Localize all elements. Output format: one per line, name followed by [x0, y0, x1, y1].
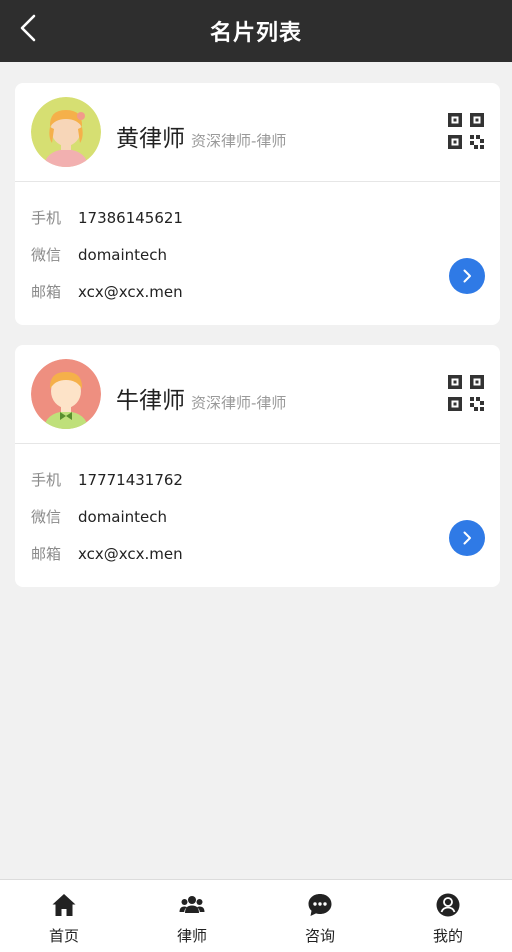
phone-row: 手机 17386145621 — [15, 199, 500, 236]
phone-row: 手机 17771431762 — [15, 461, 500, 498]
lawyer-name: 黄律师 — [116, 126, 185, 152]
phone-value[interactable]: 17771431762 — [78, 471, 183, 489]
qr-code-button[interactable] — [447, 374, 485, 412]
card-details: 手机 17386145621 微信 domaintech 邮箱 xcx@xcx.… — [15, 182, 500, 310]
tab-consult-label: 咨询 — [304, 927, 335, 945]
wechat-row: 微信 domaintech — [15, 236, 500, 273]
email-value[interactable]: xcx@xcx.men — [78, 283, 183, 301]
name-line: 牛律师 资深律师-律师 — [116, 381, 286, 415]
view-card-button[interactable] — [449, 520, 485, 556]
qr-code-icon — [448, 113, 484, 149]
email-label: 邮箱 — [31, 283, 62, 301]
card-list: 黄律师 资深律师-律师 手机 17386145621 微信 domaintech… — [15, 83, 500, 607]
email-row: 邮箱 xcx@xcx.men — [15, 535, 500, 572]
phone-value[interactable]: 17386145621 — [78, 209, 183, 227]
wechat-row: 微信 domaintech — [15, 498, 500, 535]
page-title: 名片列表 — [209, 21, 302, 46]
business-card: 牛律师 资深律师-律师 手机 17771431762 微信 domaintech… — [15, 345, 500, 587]
avatar — [31, 97, 101, 167]
lawyer-title: 资深律师-律师 — [191, 132, 287, 150]
email-row: 邮箱 xcx@xcx.men — [15, 273, 500, 310]
bottom-tab-bar: 首页 律师 咨询 我的 — [0, 879, 512, 952]
app-root: 名片列表 黄律师 资深律师-律师 手机 17386145621 微信 domai… — [0, 0, 512, 952]
avatar — [31, 359, 101, 429]
view-card-button[interactable] — [449, 258, 485, 294]
wechat-value: domaintech — [78, 245, 168, 264]
business-card: 黄律师 资深律师-律师 手机 17386145621 微信 domaintech… — [15, 83, 500, 325]
tab-consult[interactable]: 咨询 — [256, 880, 384, 952]
user-circle-icon — [436, 893, 460, 917]
phone-label: 手机 — [31, 471, 62, 489]
users-icon — [179, 896, 205, 913]
wechat-label: 微信 — [31, 508, 62, 526]
lawyer-title: 资深律师-律师 — [191, 394, 287, 412]
name-line: 黄律师 资深律师-律师 — [116, 119, 286, 153]
lawyer-name: 牛律师 — [116, 388, 185, 414]
tab-home-label: 首页 — [48, 927, 79, 945]
chevron-right-icon — [463, 531, 471, 545]
email-value[interactable]: xcx@xcx.men — [78, 545, 183, 563]
chevron-right-icon — [463, 269, 471, 283]
email-label: 邮箱 — [31, 545, 62, 563]
home-icon — [52, 894, 76, 916]
card-details: 手机 17771431762 微信 domaintech 邮箱 xcx@xcx.… — [15, 444, 500, 572]
qr-code-button[interactable] — [447, 112, 485, 150]
wechat-value: domaintech — [78, 507, 168, 526]
tab-mine-label: 我的 — [432, 927, 463, 945]
qr-code-icon — [448, 375, 484, 411]
chat-icon — [308, 894, 332, 916]
card-header: 黄律师 资深律师-律师 — [15, 83, 500, 182]
tab-lawyers[interactable]: 律师 — [128, 880, 256, 952]
wechat-label: 微信 — [31, 246, 62, 264]
tab-mine[interactable]: 我的 — [384, 880, 512, 952]
phone-label: 手机 — [31, 209, 62, 227]
tab-lawyers-label: 律师 — [176, 927, 207, 945]
card-header: 牛律师 资深律师-律师 — [15, 345, 500, 444]
tab-home[interactable]: 首页 — [0, 880, 128, 952]
top-bar: 名片列表 — [0, 0, 512, 62]
